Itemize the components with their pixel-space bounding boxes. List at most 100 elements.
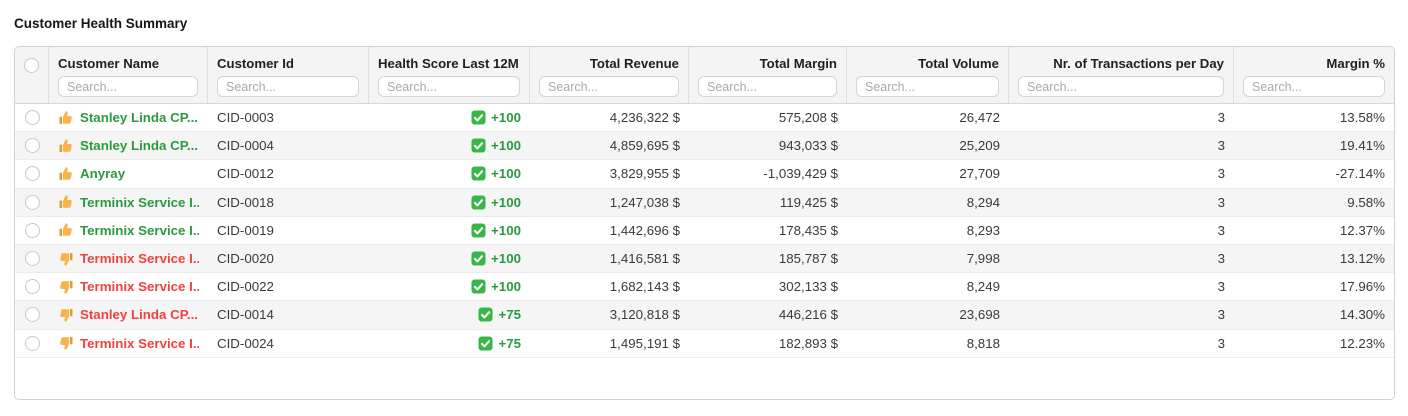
cell-transactions-per-day: 3 <box>1217 279 1225 295</box>
cell-total-margin: 943,033 $ <box>778 138 838 154</box>
row-select-radio[interactable] <box>24 335 40 351</box>
thumbs-up-icon <box>59 223 72 237</box>
customer-name-text: Terminix Service I... <box>80 194 199 210</box>
health-score-text: +75 <box>498 335 521 351</box>
column-header-total_margin: Total Margin <box>689 47 847 103</box>
column-label-total_margin[interactable]: Total Margin <box>698 54 837 73</box>
search-input-total_margin[interactable] <box>698 76 837 97</box>
row-select-radio[interactable] <box>24 307 40 323</box>
check-badge-icon <box>478 307 493 322</box>
column-header-health_score: Health Score Last 12M <box>369 47 530 103</box>
cell-customer-name: Terminix Service I... <box>49 245 208 272</box>
cell-health-score: +100 <box>369 273 530 300</box>
row-select-radio[interactable] <box>24 194 40 210</box>
thumbs-down-icon <box>60 308 73 322</box>
cell-customer-name: Terminix Service I... <box>49 330 208 357</box>
cell-total-volume: 26,472 <box>959 110 1000 126</box>
table-row[interactable]: Terminix Service I... CID-0022 +100 1,682,1… <box>15 273 1394 302</box>
select-all-radio[interactable] <box>24 58 39 73</box>
cell-total-margin: 185,787 $ <box>778 251 838 267</box>
cell-total-margin: 446,216 $ <box>778 307 838 323</box>
row-select-radio[interactable] <box>24 251 40 267</box>
table-row[interactable]: Terminix Service I... CID-0020 +100 1,416,5… <box>15 244 1394 274</box>
cell-health-score: +75 <box>369 330 530 357</box>
cell-total-volume: 23,698 <box>959 307 1000 323</box>
table-row[interactable]: Stanley Linda CP... CID-0004 +100 4,859,695… <box>15 132 1394 161</box>
cell-transactions-per-day: 3 <box>1217 251 1225 267</box>
check-badge-icon <box>471 138 486 153</box>
cell-margin-pct: 9.58% <box>1347 194 1385 210</box>
table-row[interactable]: Stanley Linda CP... CID-0003 +100 4,236,322… <box>15 104 1394 133</box>
cell-customer-id: CID-0024 <box>217 335 274 351</box>
cell-select <box>15 245 49 272</box>
cell-customer-name: Terminix Service I... <box>49 189 208 216</box>
cell-customer-id: CID-0019 <box>217 222 274 238</box>
cell-select <box>15 132 49 159</box>
customer-name-text: Stanley Linda CP... <box>80 307 198 323</box>
check-badge-icon <box>471 195 486 210</box>
table-row[interactable]: Terminix Service I... CID-0019 +100 1,442,6… <box>15 216 1394 245</box>
row-select-radio[interactable] <box>24 110 40 126</box>
cell-select <box>15 160 49 187</box>
column-label-customer_name[interactable]: Customer Name <box>58 54 198 73</box>
customer-name-text: Terminix Service I... <box>80 251 199 267</box>
search-input-margin_pct[interactable] <box>1243 76 1385 97</box>
table-header: Customer Name Customer Id Health Score Las… <box>15 47 1394 104</box>
search-input-total_revenue[interactable] <box>539 76 679 97</box>
cell-total-margin: 302,133 $ <box>778 279 838 295</box>
cell-customer-name: Terminix Service I... <box>49 273 208 300</box>
check-badge-icon <box>471 110 486 125</box>
cell-select <box>15 330 49 357</box>
customer-name-text: Terminix Service I... <box>80 222 199 238</box>
customer-name-text: Stanley Linda CP... <box>80 110 198 126</box>
thumbs-down-icon <box>60 280 73 294</box>
cell-transactions-per-day: 3 <box>1217 194 1225 210</box>
row-select-radio[interactable] <box>24 166 40 182</box>
page-title: Customer Health Summary <box>14 16 188 31</box>
search-input-transactions_per_day[interactable] <box>1018 76 1224 97</box>
search-input-customer_name[interactable] <box>58 76 198 97</box>
check-badge-icon <box>471 166 486 181</box>
customer-name-text: Anyray <box>80 166 126 182</box>
column-header-select <box>15 47 49 103</box>
cell-customer-name: Stanley Linda CP... <box>49 132 208 159</box>
column-header-margin_pct: Margin % <box>1234 47 1394 103</box>
cell-customer-name: Terminix Service I... <box>49 217 208 244</box>
check-badge-icon <box>471 279 486 294</box>
cell-select <box>15 104 49 131</box>
cell-margin-pct: 12.37% <box>1339 222 1385 238</box>
table-row[interactable]: Anyray CID-0012 +100 3,829,955 $ -1,039,429 … <box>15 160 1394 189</box>
cell-customer-id: CID-0022 <box>217 279 274 295</box>
thumbs-down-icon <box>60 252 73 266</box>
search-input-total_volume[interactable] <box>856 76 999 97</box>
customer-name-text: Terminix Service I... <box>80 279 199 295</box>
column-label-total_volume[interactable]: Total Volume <box>856 54 999 73</box>
table-row[interactable]: Terminix Service I... CID-0024 +75 1,495,19… <box>15 329 1394 358</box>
column-label-margin_pct[interactable]: Margin % <box>1243 54 1385 73</box>
search-input-health_score[interactable] <box>378 76 520 97</box>
row-select-radio[interactable] <box>24 222 40 238</box>
table-row[interactable]: Stanley Linda CP... CID-0014 +75 3,120,818 … <box>15 301 1394 330</box>
column-label-customer_id[interactable]: Customer Id <box>217 54 359 73</box>
cell-total-revenue: 1,416,581 $ <box>609 251 680 267</box>
column-label-transactions_per_day[interactable]: Nr. of Transactions per Day <box>1018 54 1224 73</box>
row-select-radio[interactable] <box>24 279 40 295</box>
thumbs-up-icon <box>59 110 72 124</box>
search-input-customer_id[interactable] <box>217 76 359 97</box>
check-badge-icon <box>478 336 493 351</box>
cell-customer-name: Anyray <box>49 160 208 187</box>
cell-health-score: +100 <box>369 160 530 187</box>
health-score-text: +100 <box>491 138 521 154</box>
cell-health-score: +100 <box>369 217 530 244</box>
column-header-customer_name: Customer Name <box>49 47 208 103</box>
cell-health-score: +100 <box>369 104 530 131</box>
cell-customer-id: CID-0020 <box>217 251 274 267</box>
row-select-radio[interactable] <box>24 138 40 154</box>
column-label-health_score[interactable]: Health Score Last 12M <box>378 54 520 73</box>
check-badge-icon <box>471 223 486 238</box>
column-label-total_revenue[interactable]: Total Revenue <box>539 54 679 73</box>
health-score-text: +100 <box>491 279 521 295</box>
cell-transactions-per-day: 3 <box>1217 222 1225 238</box>
cell-select <box>15 217 49 244</box>
table-row[interactable]: Terminix Service I... CID-0018 +100 1,247,0… <box>15 188 1394 217</box>
